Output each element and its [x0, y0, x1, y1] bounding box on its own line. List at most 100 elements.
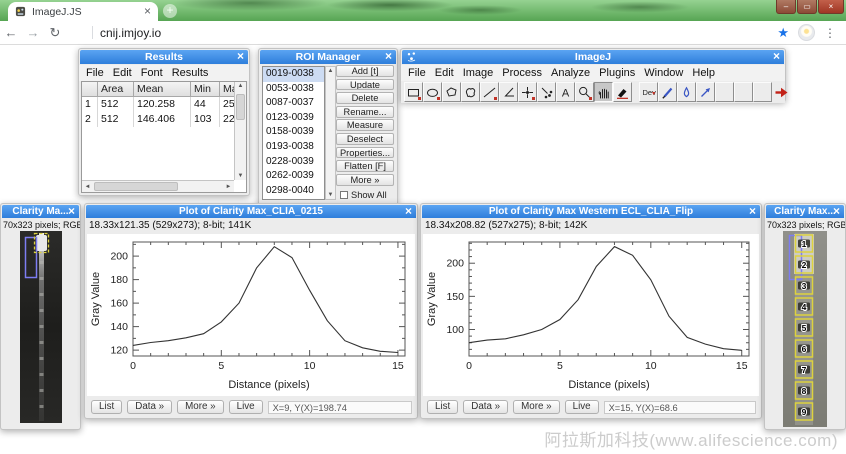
line-tool[interactable] [480, 82, 499, 102]
roi-list-item[interactable]: 0087-0037 [263, 96, 324, 111]
plot-footer-button[interactable]: Data » [127, 400, 172, 414]
new-tab-button[interactable]: + [163, 4, 177, 18]
plot-footer-button[interactable]: List [91, 400, 122, 414]
roi-manager-titlebar[interactable]: ROI Manager × [260, 50, 396, 64]
menu-item[interactable]: Help [692, 67, 715, 79]
plot-right-titlebar[interactable]: Plot of Clarity Max Western ECL_CLIA_Fli… [422, 205, 760, 218]
flood-fill-tool[interactable] [677, 82, 696, 102]
scroll-thumb[interactable] [236, 94, 245, 120]
rectangle-tool[interactable] [404, 82, 423, 102]
plot-footer-button[interactable]: More » [513, 400, 560, 414]
results-vertical-scrollbar[interactable]: ▲ ▼ [234, 82, 246, 180]
close-icon[interactable]: × [773, 50, 780, 63]
freehand-tool[interactable] [461, 82, 480, 102]
roi-button[interactable]: Update [336, 79, 394, 91]
point-tool[interactable] [518, 82, 537, 102]
blot-image-left[interactable] [20, 231, 62, 423]
plot-footer-button[interactable]: Live [229, 400, 263, 414]
scroll-left-icon[interactable]: ◄ [82, 181, 93, 193]
more-tools[interactable] [772, 82, 791, 102]
close-icon[interactable]: × [749, 205, 756, 218]
roi-button[interactable]: Rename... [336, 106, 394, 118]
menu-item[interactable]: File [86, 67, 104, 79]
profile-avatar[interactable] [798, 24, 815, 41]
menu-item[interactable]: Plugins [599, 67, 635, 79]
close-icon[interactable]: × [385, 50, 392, 63]
hand-tool[interactable] [594, 82, 613, 102]
menu-item[interactable]: Image [463, 67, 494, 79]
color-picker-tool[interactable] [613, 82, 632, 102]
plot-left-titlebar[interactable]: Plot of Clarity Max_CLIA_0215 × [86, 205, 416, 218]
forward-icon[interactable]: → [22, 25, 44, 40]
roi-button[interactable]: Delete [336, 92, 394, 104]
close-window-button[interactable]: × [818, 0, 844, 14]
roi-button[interactable]: More » [336, 174, 394, 186]
roi-list-item[interactable]: 0298-0040 [263, 184, 324, 199]
menu-item[interactable]: Analyze [551, 67, 590, 79]
scroll-down-icon[interactable]: ▼ [235, 173, 246, 179]
roi-list-item[interactable]: 0193-0038 [263, 140, 324, 155]
close-icon[interactable]: × [68, 205, 75, 218]
text-tool[interactable]: A [556, 82, 575, 102]
wand-tool[interactable] [537, 82, 556, 102]
close-icon[interactable]: × [405, 205, 412, 218]
menu-item[interactable]: Edit [113, 67, 132, 79]
blot-image-right[interactable]: 123456789 [783, 231, 827, 427]
scroll-down-icon[interactable]: ▼ [326, 192, 335, 198]
roi-checkbox-show-all[interactable]: Show All [336, 189, 394, 200]
close-icon[interactable]: × [833, 205, 840, 218]
roi-list-scrollbar[interactable]: ▲ ▼ [325, 66, 336, 200]
roi-button[interactable]: Measure [336, 119, 394, 131]
column-header[interactable] [82, 82, 98, 97]
menu-item[interactable]: File [408, 67, 426, 79]
brush-tool[interactable] [658, 82, 677, 102]
scroll-right-icon[interactable]: ► [223, 181, 234, 193]
image-left-titlebar[interactable]: Clarity Ma... × [2, 205, 79, 218]
roi-list-item[interactable]: 0053-0038 [263, 82, 324, 97]
plot-footer-button[interactable]: List [427, 400, 458, 414]
plot-footer-button[interactable]: Data » [463, 400, 508, 414]
roi-list-item[interactable]: 0123-0039 [263, 111, 324, 126]
maximize-button[interactable]: ▭ [797, 0, 817, 14]
scroll-thumb[interactable] [94, 182, 178, 191]
roi-list-item[interactable]: 0262-0039 [263, 169, 324, 184]
menu-item[interactable]: Font [141, 67, 163, 79]
checkbox-box[interactable] [340, 191, 348, 199]
bookmark-star-icon[interactable]: ★ [777, 25, 789, 41]
column-header[interactable]: Mean [134, 82, 191, 97]
tab-close-icon[interactable]: × [144, 6, 151, 17]
roi-list-item[interactable]: 0158-0039 [263, 125, 324, 140]
table-row[interactable]: 2512146.406103228 [82, 112, 246, 127]
browser-tab[interactable]: ImageJ.JS × [8, 2, 158, 21]
column-header[interactable]: Area [98, 82, 134, 97]
numbered-roi-boxes[interactable]: 123456789 [796, 235, 813, 420]
close-icon[interactable]: × [237, 50, 244, 63]
browser-menu-icon[interactable]: ⋮ [824, 26, 836, 40]
scroll-up-icon[interactable]: ▲ [235, 83, 246, 89]
plot-footer-button[interactable]: Live [565, 400, 599, 414]
menu-item[interactable]: Process [502, 67, 542, 79]
table-row[interactable]: 1512120.25844255 [82, 97, 246, 112]
roi-list-item[interactable]: 0228-0039 [263, 155, 324, 170]
roi-list-item[interactable]: 0019-0038 [263, 67, 324, 82]
oval-tool[interactable] [423, 82, 442, 102]
column-header[interactable]: Min [191, 82, 220, 97]
arrow-tool[interactable] [696, 82, 715, 102]
roi-button[interactable]: Deselect [336, 133, 394, 145]
results-titlebar[interactable]: Results × [80, 50, 248, 64]
back-icon[interactable]: ← [0, 25, 22, 40]
roi-button[interactable]: Add [t] [336, 65, 394, 77]
plot-right-canvas[interactable]: 051015100150200Distance (pixels)Gray Val… [423, 234, 759, 396]
image-right-titlebar[interactable]: Clarity Max... × [766, 205, 844, 218]
angle-tool[interactable] [499, 82, 518, 102]
menu-item[interactable]: Window [644, 67, 683, 79]
plot-footer-button[interactable]: More » [177, 400, 224, 414]
minimize-button[interactable]: – [776, 0, 796, 14]
results-horizontal-scrollbar[interactable]: ◄ ► [82, 180, 234, 192]
menu-item[interactable]: Edit [435, 67, 454, 79]
reload-icon[interactable]: ↻ [44, 25, 66, 41]
polygon-tool[interactable] [442, 82, 461, 102]
roi-button[interactable]: Flatten [F] [336, 160, 394, 172]
scroll-up-icon[interactable]: ▲ [326, 68, 335, 74]
dev-menu-tool[interactable]: Dev [639, 82, 658, 102]
